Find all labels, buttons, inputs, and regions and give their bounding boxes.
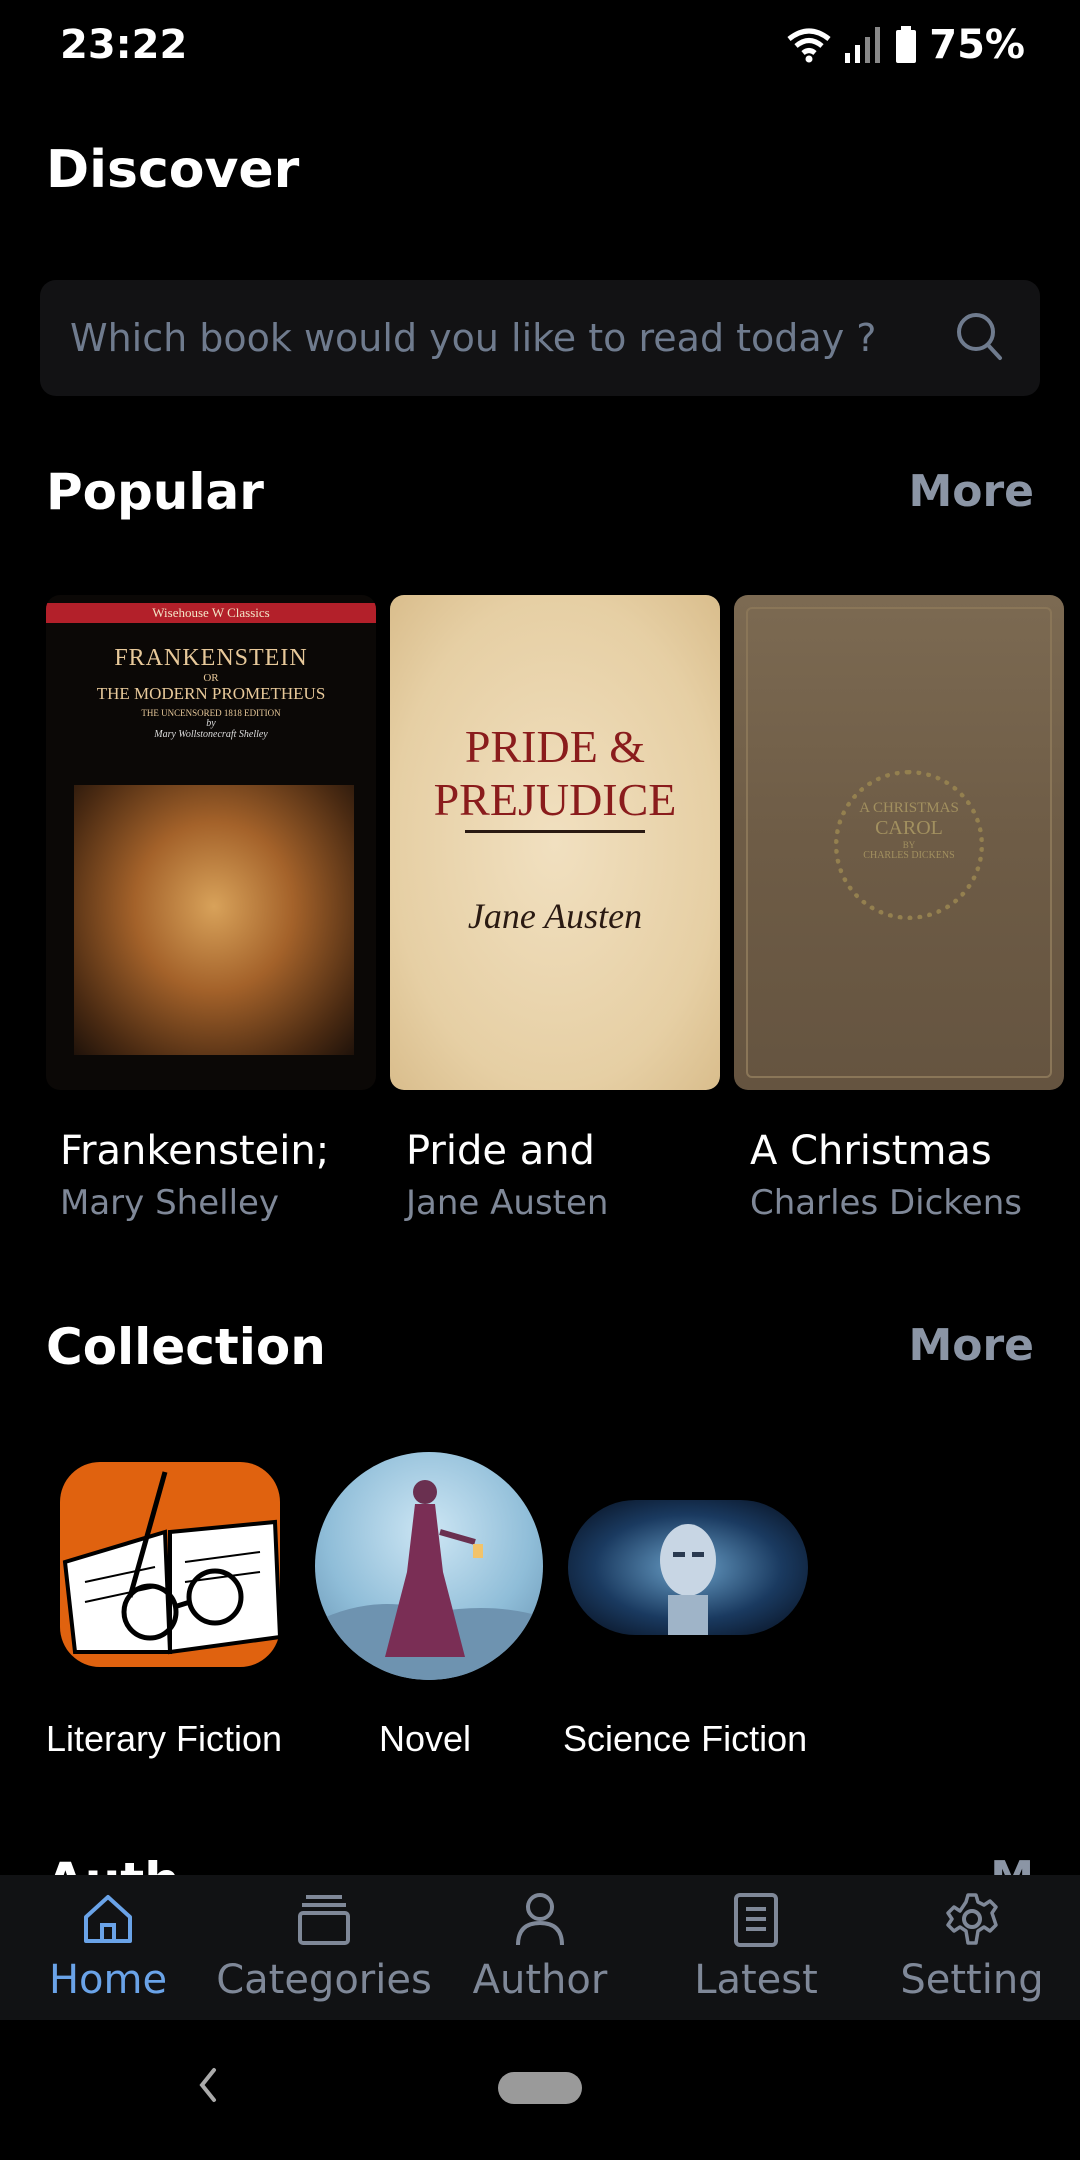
woman-silhouette-icon: [315, 1480, 543, 1680]
book-title-1[interactable]: Frankenstein;: [60, 1128, 329, 1174]
wifi-icon: [787, 28, 831, 63]
battery-icon: [896, 26, 917, 63]
clipboard-icon: [734, 1893, 778, 1947]
cover-by: by: [206, 718, 216, 729]
cover-author-script: Jane Austen: [467, 896, 643, 936]
cover-subtitle: THE MODERN PROMETHEUS: [96, 684, 326, 703]
layers-icon: [298, 1895, 350, 1945]
cover-title: FRANKENSTEIN: [114, 645, 308, 671]
nav-setting[interactable]: Setting: [864, 1875, 1080, 2020]
cover-edition: THE UNCENSORED 1818 EDITION: [141, 708, 281, 718]
person-icon: [516, 1893, 564, 1946]
cover-line-1: A CHRISTMAS: [859, 800, 959, 816]
nav-label-author: Author: [472, 1957, 608, 2003]
collection-label-2[interactable]: Novel: [379, 1718, 471, 1760]
collection-label-1[interactable]: Literary Fiction: [46, 1718, 282, 1760]
collection-heading: Collection: [46, 1318, 326, 1376]
status-icons: 75%: [787, 22, 1025, 68]
search-icon[interactable]: [954, 310, 1004, 364]
home-icon: [84, 1895, 132, 1943]
gear-icon: [946, 1893, 998, 1945]
cover-divider: [465, 830, 645, 833]
open-book-icon: [60, 1462, 283, 1667]
collection-label-3[interactable]: Science Fiction: [563, 1718, 807, 1760]
battery-level: 75%: [929, 22, 1025, 68]
cover-line-2: CAROL: [875, 817, 943, 839]
signal-icon: [845, 27, 881, 63]
cover-or: OR: [203, 672, 219, 684]
robot-face-icon: [660, 1524, 716, 1635]
home-pill-button[interactable]: [498, 2072, 582, 2104]
book-author-3: Charles Dickens: [750, 1183, 1022, 1223]
popular-more-link[interactable]: More: [908, 466, 1034, 517]
search-input[interactable]: Which book would you like to read today …: [70, 316, 876, 360]
nav-label-home: Home: [48, 1957, 168, 2003]
nav-label-latest: Latest: [694, 1957, 818, 2003]
cover-title-line1: PRIDE &: [464, 721, 646, 772]
book-cover-frankenstein[interactable]: Wisehouse W Classics FRANKENSTEIN OR THE…: [46, 595, 376, 1090]
collection-novel-image[interactable]: [315, 1452, 543, 1680]
system-navigation-bar: [0, 2020, 1080, 2160]
nav-latest[interactable]: Latest: [648, 1875, 864, 2020]
nav-label-setting: Setting: [900, 1957, 1044, 2003]
collection-science-fiction-image[interactable]: [568, 1500, 808, 1635]
cover-title-line2: PREJUDICE: [433, 774, 677, 825]
search-bar[interactable]: Which book would you like to read today …: [40, 280, 1040, 396]
nav-author[interactable]: Author: [432, 1875, 648, 2020]
page-title: Discover: [46, 140, 300, 200]
cover-author: Mary Wollstonecraft Shelley: [154, 729, 268, 740]
book-title-3[interactable]: A Christmas: [750, 1128, 992, 1174]
book-cover-christmas-carol[interactable]: A CHRISTMAS CAROL BY CHARLES DICKENS: [734, 595, 1064, 1090]
cover-line-3: BY: [902, 840, 916, 850]
cover-line-4: CHARLES DICKENS: [863, 850, 955, 861]
popular-heading: Popular: [46, 463, 264, 521]
book-cover-pride-prejudice[interactable]: PRIDE & PREJUDICE Jane Austen: [390, 595, 720, 1090]
status-time: 23:22: [60, 22, 188, 68]
collection-more-link[interactable]: More: [908, 1320, 1034, 1371]
bottom-navigation: Home Categories Author Latest Setting: [0, 1875, 1080, 2020]
book-title-2[interactable]: Pride and: [406, 1128, 595, 1174]
collection-literary-fiction-image[interactable]: [55, 1452, 285, 1682]
book-author-2: Jane Austen: [406, 1183, 609, 1223]
cover-painting: [74, 785, 354, 1055]
publisher-band: Wisehouse W Classics: [46, 603, 376, 623]
nav-label-categories: Categories: [216, 1957, 432, 2003]
book-author-1: Mary Shelley: [60, 1183, 280, 1223]
nav-home[interactable]: Home: [0, 1875, 216, 2020]
back-chevron-icon[interactable]: [192, 2060, 222, 2110]
nav-categories[interactable]: Categories: [216, 1875, 432, 2020]
